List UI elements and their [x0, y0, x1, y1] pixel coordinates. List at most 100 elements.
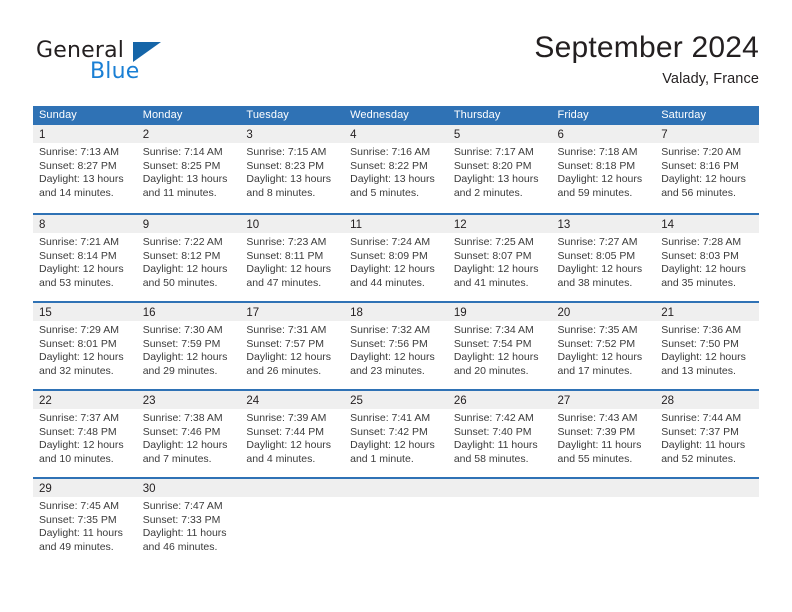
- calendar-day-cell[interactable]: 13 Sunrise: 7:27 AM Sunset: 8:05 PM Dayl…: [551, 215, 656, 301]
- day-details: Sunrise: 7:34 AM Sunset: 7:54 PM Dayligh…: [448, 321, 552, 379]
- sunrise-text: Sunrise: 7:20 AM: [661, 146, 742, 158]
- sunset-text: Sunset: 7:46 PM: [142, 425, 221, 438]
- sunrise-text: Sunrise: 7:25 AM: [453, 236, 534, 248]
- sunrise-text: Sunrise: 7:18 AM: [557, 146, 638, 158]
- day-number: 20: [557, 307, 571, 319]
- calendar-day-cell[interactable]: 28 Sunrise: 7:44 AM Sunset: 7:37 PM Dayl…: [655, 391, 759, 477]
- day-number: 10: [246, 219, 260, 231]
- calendar-day-cell[interactable]: 23 Sunrise: 7:38 AM Sunset: 7:46 PM Dayl…: [136, 391, 241, 477]
- sunset-text: Sunset: 7:39 PM: [557, 425, 636, 438]
- day-number: 17: [246, 307, 260, 319]
- calendar-day-cell[interactable]: 22 Sunrise: 7:37 AM Sunset: 7:48 PM Dayl…: [33, 391, 137, 477]
- day-details: Sunrise: 7:22 AM Sunset: 8:12 PM Dayligh…: [137, 233, 241, 291]
- day-details: Sunrise: 7:39 AM Sunset: 7:44 PM Dayligh…: [240, 409, 344, 467]
- day-details: Sunrise: 7:13 AM Sunset: 8:27 PM Dayligh…: [33, 143, 137, 201]
- daylight-text-line1: Daylight: 11 hours: [557, 439, 642, 452]
- calendar-day-cell[interactable]: 11 Sunrise: 7:24 AM Sunset: 8:09 PM Dayl…: [344, 215, 448, 301]
- day-number-band: 24: [240, 391, 345, 409]
- daylight-text-line1: Daylight: 12 hours: [246, 351, 332, 364]
- day-number: 26: [453, 395, 467, 407]
- day-details: Sunrise: 7:41 AM Sunset: 7:42 PM Dayligh…: [344, 409, 448, 467]
- daylight-text-line1: Daylight: 13 hours: [246, 173, 332, 186]
- day-number-band: 20: [551, 303, 656, 321]
- daylight-text-line1: Daylight: 12 hours: [557, 173, 643, 186]
- calendar-day-cell[interactable]: 18 Sunrise: 7:32 AM Sunset: 7:56 PM Dayl…: [344, 303, 448, 389]
- day-number: 23: [142, 395, 156, 407]
- weekday-header-monday: Monday: [142, 109, 183, 121]
- calendar-day-cell[interactable]: 21 Sunrise: 7:36 AM Sunset: 7:50 PM Dayl…: [655, 303, 759, 389]
- sunset-text: Sunset: 8:09 PM: [350, 249, 428, 262]
- daylight-text-line1: Daylight: 11 hours: [142, 527, 227, 540]
- sunrise-text: Sunrise: 7:27 AM: [557, 236, 638, 248]
- calendar-day-cell[interactable]: 16 Sunrise: 7:30 AM Sunset: 7:59 PM Dayl…: [136, 303, 241, 389]
- daylight-text-line2: and 52 minutes.: [661, 453, 736, 466]
- day-number: 7: [661, 129, 668, 141]
- day-number: 14: [661, 219, 675, 231]
- day-details: Sunrise: 7:27 AM Sunset: 8:05 PM Dayligh…: [552, 233, 656, 291]
- calendar-day-cell[interactable]: 8 Sunrise: 7:21 AM Sunset: 8:14 PM Dayli…: [33, 215, 137, 301]
- day-details: Sunrise: 7:25 AM Sunset: 8:07 PM Dayligh…: [448, 233, 552, 291]
- calendar-day-cell[interactable]: 30 Sunrise: 7:47 AM Sunset: 7:33 PM Dayl…: [136, 479, 241, 565]
- daylight-text-line1: Daylight: 12 hours: [350, 439, 435, 452]
- day-number-band: [655, 479, 759, 497]
- sunset-text: Sunset: 8:03 PM: [661, 249, 739, 262]
- daylight-text-line1: Daylight: 12 hours: [661, 351, 746, 364]
- brand-logo[interactable]: General Blue: [33, 30, 253, 90]
- daylight-text-line1: Daylight: 12 hours: [39, 439, 124, 452]
- day-number: 21: [661, 307, 675, 319]
- day-number-band: 19: [447, 303, 552, 321]
- sunset-text: Sunset: 7:35 PM: [39, 513, 117, 526]
- sunset-text: Sunset: 8:22 PM: [350, 159, 428, 172]
- day-number-band: 25: [344, 391, 448, 409]
- calendar-day-cell[interactable]: 7 Sunrise: 7:20 AM Sunset: 8:16 PM Dayli…: [655, 125, 759, 213]
- calendar-day-cell[interactable]: 19 Sunrise: 7:34 AM Sunset: 7:54 PM Dayl…: [447, 303, 552, 389]
- calendar-day-cell[interactable]: 4 Sunrise: 7:16 AM Sunset: 8:22 PM Dayli…: [344, 125, 448, 213]
- calendar-day-cell[interactable]: 24 Sunrise: 7:39 AM Sunset: 7:44 PM Dayl…: [240, 391, 345, 477]
- day-number: 6: [557, 129, 564, 141]
- calendar-day-cell[interactable]: 2 Sunrise: 7:14 AM Sunset: 8:25 PM Dayli…: [136, 125, 241, 213]
- sunset-text: Sunset: 7:48 PM: [39, 425, 117, 438]
- day-details: Sunrise: 7:37 AM Sunset: 7:48 PM Dayligh…: [33, 409, 137, 467]
- calendar-day-cell[interactable]: 26 Sunrise: 7:42 AM Sunset: 7:40 PM Dayl…: [447, 391, 552, 477]
- calendar-day-cell[interactable]: 6 Sunrise: 7:18 AM Sunset: 8:18 PM Dayli…: [551, 125, 656, 213]
- calendar-day-cell-empty: [447, 479, 552, 565]
- calendar-day-cell[interactable]: 25 Sunrise: 7:41 AM Sunset: 7:42 PM Dayl…: [344, 391, 448, 477]
- daylight-text-line1: Daylight: 13 hours: [142, 173, 228, 186]
- calendar-day-cell[interactable]: 15 Sunrise: 7:29 AM Sunset: 8:01 PM Dayl…: [33, 303, 137, 389]
- daylight-text-line2: and 49 minutes.: [39, 541, 114, 554]
- brand-name-blue: Blue: [90, 59, 140, 84]
- calendar-day-cell[interactable]: 9 Sunrise: 7:22 AM Sunset: 8:12 PM Dayli…: [136, 215, 241, 301]
- daylight-text-line1: Daylight: 12 hours: [350, 351, 435, 364]
- day-number-band: 3: [240, 125, 345, 143]
- sunrise-text: Sunrise: 7:21 AM: [39, 236, 119, 248]
- day-number: 4: [350, 129, 357, 141]
- daylight-text-line2: and 35 minutes.: [661, 277, 736, 290]
- sunrise-text: Sunrise: 7:16 AM: [350, 146, 431, 158]
- sunset-text: Sunset: 8:20 PM: [453, 159, 532, 172]
- calendar-day-cell[interactable]: 5 Sunrise: 7:17 AM Sunset: 8:20 PM Dayli…: [447, 125, 552, 213]
- day-details: Sunrise: 7:17 AM Sunset: 8:20 PM Dayligh…: [448, 143, 552, 201]
- day-number-band: 1: [33, 125, 137, 143]
- sunset-text: Sunset: 7:33 PM: [142, 513, 221, 526]
- calendar-day-cell[interactable]: 20 Sunrise: 7:35 AM Sunset: 7:52 PM Dayl…: [551, 303, 656, 389]
- day-details: Sunrise: 7:32 AM Sunset: 7:56 PM Dayligh…: [344, 321, 448, 379]
- calendar-day-cell[interactable]: 29 Sunrise: 7:45 AM Sunset: 7:35 PM Dayl…: [33, 479, 137, 565]
- calendar-day-cell[interactable]: 17 Sunrise: 7:31 AM Sunset: 7:57 PM Dayl…: [240, 303, 345, 389]
- sunset-text: Sunset: 7:52 PM: [557, 337, 636, 350]
- calendar-day-cell-empty: [551, 479, 656, 565]
- calendar-day-cell[interactable]: 1 Sunrise: 7:13 AM Sunset: 8:27 PM Dayli…: [33, 125, 137, 213]
- calendar-day-cell[interactable]: 10 Sunrise: 7:23 AM Sunset: 8:11 PM Dayl…: [240, 215, 345, 301]
- sunrise-text: Sunrise: 7:28 AM: [661, 236, 742, 248]
- day-number: 15: [39, 307, 52, 319]
- calendar-day-cell[interactable]: 14 Sunrise: 7:28 AM Sunset: 8:03 PM Dayl…: [655, 215, 759, 301]
- calendar-day-cell[interactable]: 3 Sunrise: 7:15 AM Sunset: 8:23 PM Dayli…: [240, 125, 345, 213]
- calendar-day-cell[interactable]: 27 Sunrise: 7:43 AM Sunset: 7:39 PM Dayl…: [551, 391, 656, 477]
- sunrise-text: Sunrise: 7:31 AM: [246, 324, 327, 336]
- sunset-text: Sunset: 8:12 PM: [142, 249, 221, 262]
- calendar-day-cell[interactable]: 12 Sunrise: 7:25 AM Sunset: 8:07 PM Dayl…: [447, 215, 552, 301]
- day-number: 29: [39, 483, 52, 495]
- sunrise-text: Sunrise: 7:37 AM: [39, 412, 119, 424]
- daylight-text-line2: and 58 minutes.: [453, 453, 529, 466]
- sunrise-text: Sunrise: 7:29 AM: [39, 324, 119, 336]
- daylight-text-line1: Daylight: 12 hours: [142, 263, 228, 276]
